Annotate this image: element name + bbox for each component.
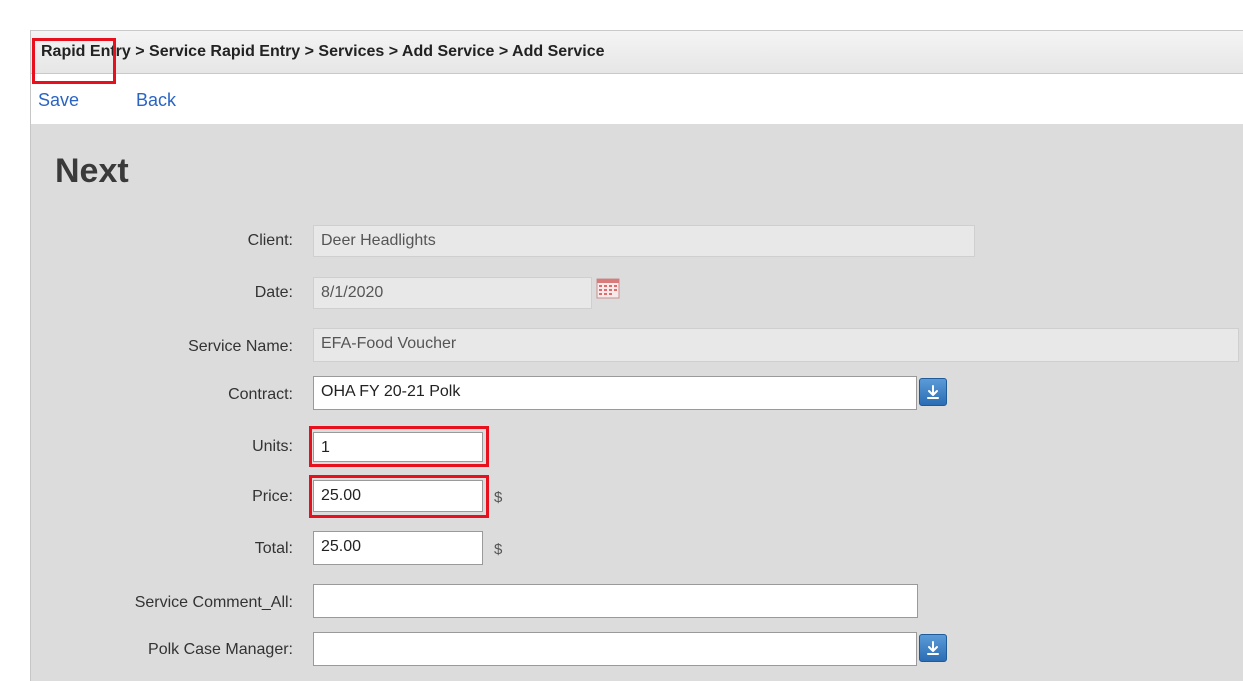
price-currency: $ (494, 489, 503, 506)
service-comment-input[interactable] (313, 584, 918, 618)
page-title: Next (55, 152, 129, 190)
breadcrumb: Rapid Entry > Service Rapid Entry > Serv… (31, 30, 1243, 74)
case-manager-dropdown-button[interactable] (919, 634, 947, 662)
service-name-label: Service Name: (188, 338, 293, 355)
back-button[interactable]: Back (136, 90, 176, 111)
calendar-icon[interactable] (596, 277, 620, 299)
service-comment-label: Service Comment_All: (134, 594, 293, 611)
total-currency: $ (494, 541, 503, 558)
case-manager-select[interactable] (313, 632, 917, 666)
contract-select[interactable]: OHA FY 20-21 Polk (313, 376, 917, 410)
main-panel: Rapid Entry > Service Rapid Entry > Serv… (30, 30, 1243, 681)
client-label: Client: (247, 232, 293, 249)
total-label: Total: (254, 540, 293, 557)
units-label: Units: (252, 438, 293, 455)
price-label: Price: (252, 488, 293, 505)
price-input[interactable]: 25.00 (313, 480, 483, 512)
toolbar: Save Back (31, 74, 1243, 124)
contract-label: Contract: (228, 386, 293, 403)
date-field: 8/1/2020 (313, 277, 592, 309)
save-button[interactable]: Save (38, 90, 79, 111)
service-name-field: EFA-Food Voucher (313, 328, 1239, 362)
case-manager-label: Polk Case Manager: (148, 641, 293, 658)
date-label: Date: (254, 284, 293, 301)
units-input[interactable]: 1 (313, 432, 483, 462)
total-input[interactable]: 25.00 (313, 531, 483, 565)
client-field: Deer Headlights (313, 225, 975, 257)
contract-dropdown-button[interactable] (919, 378, 947, 406)
dropdown-arrow-icon (927, 385, 939, 399)
dropdown-arrow-icon (927, 641, 939, 655)
